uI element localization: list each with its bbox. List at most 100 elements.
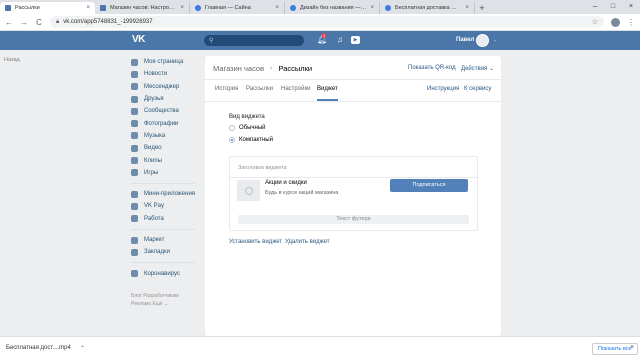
install-widget-link[interactable]: Установить виджет: [229, 239, 282, 245]
actions-dropdown[interactable]: Действия ⌄: [461, 65, 494, 72]
download-bar: Бесплатная дост....mp4 ⌃ Показать все ×: [0, 336, 640, 360]
delete-widget-link[interactable]: Удалить виджет: [285, 239, 330, 245]
widget-title-input[interactable]: Заголовок виджета: [238, 165, 287, 171]
browser-tabstrip: Рассылки × Магазин часов: Настройки × Гл…: [0, 0, 640, 14]
sidebar-item[interactable]: Мессенджер: [131, 81, 203, 93]
forward-icon[interactable]: →: [20, 18, 28, 27]
browser-tab[interactable]: Магазин часов: Настройки ×: [95, 2, 190, 14]
tab-title: Бесплатная доставка — 1080 ...: [395, 5, 462, 11]
radio-compact[interactable]: Компактный: [229, 137, 273, 143]
browser-tab[interactable]: Дизайн без названия — Лого... ×: [285, 2, 380, 14]
footer-text-input[interactable]: Текст футера: [238, 215, 469, 224]
canva-favicon-icon: [385, 5, 391, 11]
close-window-icon[interactable]: ×: [622, 0, 640, 14]
close-tab-icon[interactable]: ×: [465, 5, 469, 11]
clips-icon: [131, 157, 138, 165]
wallet-icon: [131, 202, 138, 210]
maximize-icon[interactable]: □: [604, 0, 622, 14]
tab-history[interactable]: История: [215, 86, 238, 92]
close-tab-icon[interactable]: ×: [180, 5, 184, 11]
sidebar-item[interactable]: Фотографии: [131, 117, 203, 129]
apps-icon: [131, 190, 138, 198]
radio-checked[interactable]: [229, 137, 235, 143]
profile-avatar[interactable]: [611, 17, 620, 27]
widget-preview: Заголовок виджета Акции и скидки Будь в …: [229, 156, 478, 231]
sidebar-divider: [131, 182, 195, 184]
canva-favicon-icon: [290, 5, 296, 11]
sidebar-item[interactable]: Друзья: [131, 93, 203, 105]
sidebar-item[interactable]: VK Pay: [131, 200, 203, 212]
close-icon[interactable]: ×: [630, 344, 634, 351]
browser-tab[interactable]: Бесплатная доставка — 1080 ... ×: [380, 2, 475, 14]
sidebar-item-label: Друзья: [144, 96, 164, 103]
canva-favicon-icon: [195, 5, 201, 11]
search-input[interactable]: ⚲: [204, 35, 304, 46]
download-item[interactable]: Бесплатная дост....mp4: [6, 345, 71, 351]
sidebar-item[interactable]: Моя страница: [131, 56, 203, 68]
footer-link-row[interactable]: Блог Разработчикам: [131, 292, 203, 300]
breadcrumb-parent[interactable]: Магазин часов: [213, 64, 264, 73]
sidebar-item[interactable]: Мини-приложения: [131, 188, 203, 200]
url-text: vk.com/app5748831_-199926937: [63, 19, 153, 25]
vk-logo[interactable]: VK: [132, 34, 145, 45]
sidebar-item-label: Коронавирус: [144, 270, 180, 277]
instruction-link[interactable]: Инструкция: [427, 86, 459, 92]
tab-widget[interactable]: Виджет: [317, 86, 338, 92]
to-service-link[interactable]: К сервису: [464, 86, 491, 92]
sidebar-item-label: VK Pay: [144, 203, 165, 210]
show-qr-link[interactable]: Показать QR-код: [408, 65, 456, 71]
back-icon[interactable]: ←: [5, 18, 13, 27]
sidebar-item[interactable]: Маркет: [131, 234, 203, 246]
sidebar-item[interactable]: Музыка: [131, 130, 203, 142]
close-tab-icon[interactable]: ×: [86, 5, 90, 11]
sidebar-item[interactable]: Коронавирус: [131, 267, 203, 279]
sidebar-item[interactable]: Работа: [131, 213, 203, 225]
sidebar-item[interactable]: Клипы: [131, 154, 203, 166]
news-icon: [131, 70, 138, 78]
sidebar-divider: [131, 228, 195, 230]
radio-unchecked[interactable]: [229, 125, 235, 131]
music-icon[interactable]: ♫: [337, 35, 343, 44]
active-tab-indicator: [317, 99, 338, 101]
close-tab-icon[interactable]: ×: [275, 5, 279, 11]
video-icon: [131, 144, 138, 152]
menu-kebab-icon[interactable]: ⋮: [627, 18, 635, 27]
url-input[interactable]: 🔒︎ vk.com/app5748831_-199926937 ☆: [50, 16, 604, 28]
sidebar-item[interactable]: Сообщества: [131, 105, 203, 117]
tab-settings[interactable]: Настройки: [281, 86, 310, 92]
reload-icon[interactable]: C: [35, 18, 43, 27]
play-icon[interactable]: ▶: [351, 36, 360, 44]
footer-link-row[interactable]: Реклама Ещё ⌄: [131, 300, 203, 308]
radio-label: Обычный: [239, 125, 266, 131]
browser-tab[interactable]: Главная — Сайна ×: [190, 2, 285, 14]
sidebar-item-label: Фотографии: [144, 120, 179, 127]
new-tab-button[interactable]: +: [475, 2, 489, 14]
sidebar-item[interactable]: Игры: [131, 167, 203, 179]
radio-regular[interactable]: Обычный: [229, 125, 266, 131]
tab-title: Рассылки: [15, 5, 40, 11]
breadcrumb: Магазин часов › Рассылки: [213, 64, 312, 73]
sidebar-item-label: Видео: [144, 145, 162, 152]
bookmark-star-icon[interactable]: ☆: [592, 18, 598, 26]
sidebar-item[interactable]: Видео: [131, 142, 203, 154]
music-icon: [131, 132, 138, 140]
subscribe-button[interactable]: Подписаться: [390, 179, 468, 192]
sidebar-footer-links: Блог Разработчикам Реклама Ещё ⌄: [131, 292, 203, 308]
close-tab-icon[interactable]: ×: [370, 5, 374, 11]
tab-mailings[interactable]: Рассылки: [246, 86, 273, 92]
browser-tab[interactable]: Рассылки ×: [0, 2, 95, 14]
widget-image-placeholder[interactable]: [237, 180, 260, 201]
user-name[interactable]: Павел: [456, 37, 474, 43]
chevron-up-icon[interactable]: ⌃: [80, 345, 85, 352]
back-link[interactable]: Назад: [4, 57, 20, 63]
chevron-down-icon[interactable]: ⌄: [493, 37, 497, 43]
sidebar-item-label: Клипы: [144, 157, 162, 164]
avatar[interactable]: [476, 34, 489, 47]
sidebar-item[interactable]: Новости: [131, 68, 203, 80]
page-title: Рассылки: [278, 64, 313, 73]
games-icon: [131, 169, 138, 177]
friends-icon: [131, 95, 138, 103]
minimize-icon[interactable]: –: [586, 0, 604, 14]
sidebar-item[interactable]: Закладки: [131, 246, 203, 258]
sidebar-item-label: Новости: [144, 71, 168, 78]
